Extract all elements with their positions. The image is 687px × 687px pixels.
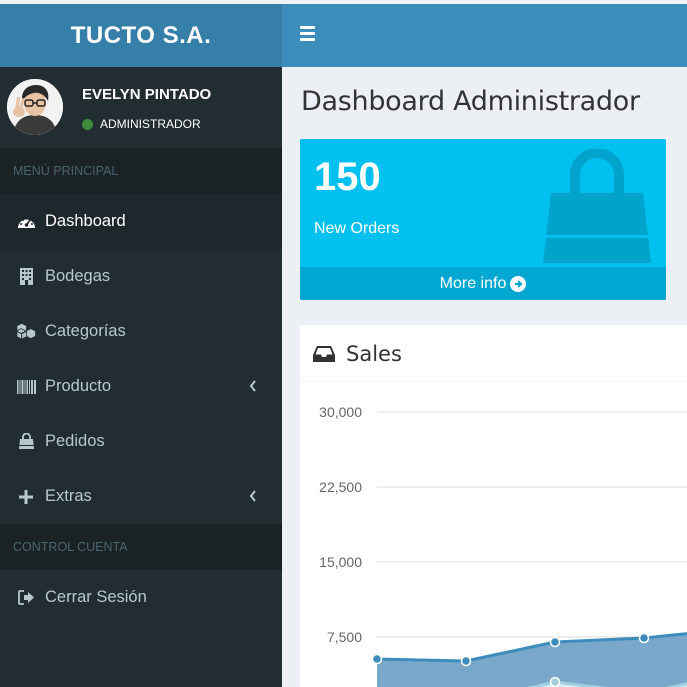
sidebar-item-dashboard[interactable]: Dashboard bbox=[0, 194, 282, 249]
sidebar-item-label: Extras bbox=[45, 487, 92, 505]
sidebar-item-extras[interactable]: Extras bbox=[0, 469, 282, 524]
user-role: ADMINISTRADOR bbox=[100, 117, 201, 131]
sidebar-item-logout[interactable]: Cerrar Sesión bbox=[0, 570, 282, 625]
more-info-link[interactable]: More info bbox=[300, 267, 666, 300]
chart-point-series-1 bbox=[460, 655, 472, 667]
orders-label: New Orders bbox=[314, 220, 400, 237]
sidebar: EVELYN PINTADO ADMINISTRADOR MENÚ PRINCI… bbox=[0, 67, 282, 687]
inbox-icon bbox=[313, 346, 335, 362]
shopping-bag-icon bbox=[16, 433, 36, 451]
more-info-label: More info bbox=[439, 274, 507, 292]
sales-card: Sales 30,000 22,500 15,000 7,500 bbox=[300, 325, 687, 687]
dashboard-icon bbox=[16, 213, 36, 231]
online-status-icon bbox=[82, 118, 93, 130]
sidebar-item-label: Dashboard bbox=[45, 212, 126, 230]
menu-section-header: CONTROL CUENTA bbox=[0, 524, 282, 570]
chart-point-series-1 bbox=[549, 636, 561, 648]
chevron-left-icon bbox=[249, 490, 256, 502]
sidebar-item-label: Cerrar Sesión bbox=[45, 588, 147, 606]
sales-card-header: Sales bbox=[300, 328, 687, 382]
sales-chart: 30,000 22,500 15,000 7,500 bbox=[319, 404, 687, 687]
sidebar-item-pedidos[interactable]: Pedidos bbox=[0, 414, 282, 469]
chart-y-tick: 15,000 bbox=[319, 554, 362, 570]
chevron-left-icon bbox=[249, 380, 256, 392]
chart-point-series-1 bbox=[638, 632, 650, 644]
sign-out-icon bbox=[16, 589, 36, 607]
sidebar-item-bodegas[interactable]: Bodegas bbox=[0, 249, 282, 304]
menu-section-header: MENÚ PRINCIPAL bbox=[0, 148, 282, 194]
page-title: Dashboard Administrador bbox=[301, 86, 640, 117]
chart-y-tick: 30,000 bbox=[319, 404, 362, 420]
user-status: ADMINISTRADOR bbox=[82, 117, 201, 131]
shopping-bag-icon bbox=[543, 149, 651, 263]
sales-card-title: Sales bbox=[346, 342, 402, 366]
sidebar-item-label: Categorías bbox=[45, 322, 126, 340]
chart-point-series-2 bbox=[549, 676, 561, 687]
building-icon bbox=[16, 268, 36, 286]
sidebar-item-categorias[interactable]: Categorías bbox=[0, 304, 282, 359]
user-panel: EVELYN PINTADO ADMINISTRADOR bbox=[0, 67, 282, 148]
sidebar-item-producto[interactable]: Producto bbox=[0, 359, 282, 414]
hamburger-icon[interactable] bbox=[300, 26, 316, 42]
sidebar-item-label: Producto bbox=[45, 377, 112, 395]
chart-point-series-1 bbox=[371, 653, 383, 665]
cubes-icon bbox=[16, 323, 36, 341]
new-orders-box: 150 New Orders More info bbox=[300, 139, 666, 300]
chart-y-tick: 7,500 bbox=[327, 629, 362, 645]
arrow-circle-right-icon bbox=[510, 275, 527, 292]
top-navbar bbox=[282, 4, 687, 67]
sidebar-item-label: Pedidos bbox=[45, 432, 105, 450]
plus-icon bbox=[16, 488, 36, 506]
app-logo[interactable]: TUCTO S.A. bbox=[0, 4, 282, 67]
barcode-icon bbox=[16, 378, 36, 396]
orders-count: 150 bbox=[314, 155, 381, 199]
sidebar-item-label: Bodegas bbox=[45, 267, 111, 285]
chart-y-tick: 22,500 bbox=[319, 479, 362, 495]
user-name: EVELYN PINTADO bbox=[82, 86, 212, 103]
avatar bbox=[7, 79, 63, 135]
